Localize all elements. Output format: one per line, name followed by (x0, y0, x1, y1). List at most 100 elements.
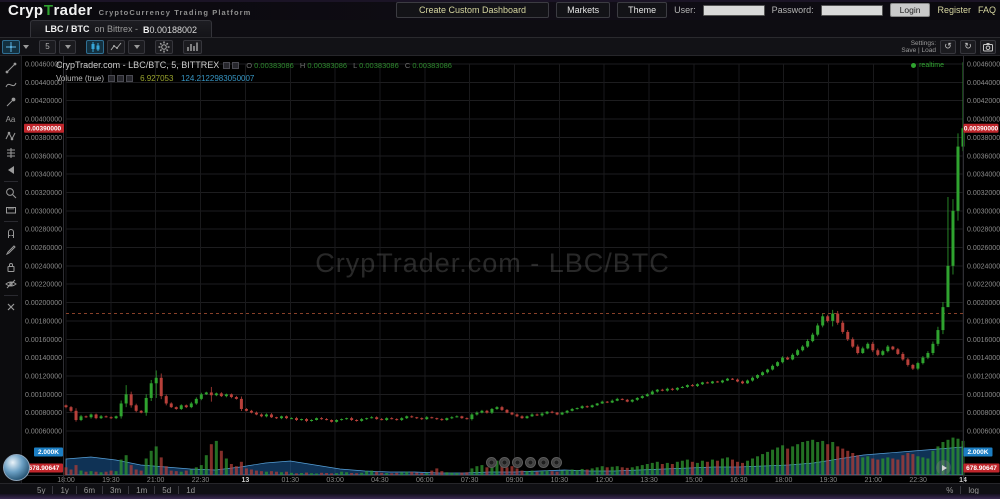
svg-text:0.00390000: 0.00390000 (27, 125, 62, 132)
volume-close-icon[interactable] (126, 75, 133, 82)
svg-text:0.00420000: 0.00420000 (25, 98, 62, 105)
svg-text:22:30: 22:30 (192, 477, 210, 483)
forecast-tool[interactable] (2, 146, 19, 160)
crosshair-tool-button[interactable] (2, 40, 20, 54)
svg-text:0.00140000: 0.00140000 (25, 355, 62, 362)
curve-tool[interactable] (2, 78, 19, 92)
svg-text:13: 13 (242, 477, 250, 483)
volume-hide-icon[interactable] (117, 75, 124, 82)
password-input[interactable] (821, 5, 883, 16)
legend-close-icon[interactable] (232, 62, 239, 69)
candlestick-style-button[interactable] (86, 40, 104, 54)
svg-text:0.00400000: 0.00400000 (25, 117, 62, 124)
drawing-tools-sidebar: Aa (0, 56, 22, 483)
svg-text:0.00320000: 0.00320000 (25, 190, 62, 197)
svg-text:0.00180000: 0.00180000 (967, 318, 1000, 325)
svg-text:0.00380000: 0.00380000 (967, 135, 1000, 142)
svg-text:09:00: 09:00 (506, 477, 524, 483)
svg-text:0.00380000: 0.00380000 (25, 135, 62, 142)
svg-text:0.00200000: 0.00200000 (967, 300, 1000, 307)
svg-text:678.90647: 678.90647 (29, 465, 60, 472)
snapshot-button[interactable] (980, 40, 996, 54)
svg-text:0.00180000: 0.00180000 (25, 318, 62, 325)
svg-text:0.00220000: 0.00220000 (25, 282, 62, 289)
crosshair-icon (5, 41, 17, 53)
pagination-dots (486, 457, 562, 468)
back-arrow-tool[interactable] (2, 163, 19, 177)
redo-button[interactable]: ↻ (960, 40, 976, 54)
create-dashboard-button[interactable]: Create Custom Dashboard (396, 2, 549, 18)
login-button[interactable]: Login (890, 3, 931, 17)
remove-drawings-tool[interactable] (2, 300, 19, 314)
undo-button[interactable]: ↺ (940, 40, 956, 54)
zoom-tool[interactable] (2, 186, 19, 200)
close-value: 0.00383086 (412, 61, 452, 70)
interval-button[interactable]: 5 (39, 40, 56, 54)
markets-button[interactable]: Markets (556, 2, 610, 18)
svg-text:12:00: 12:00 (595, 477, 613, 483)
high-label: H (300, 61, 305, 70)
interval-value: 5 (45, 42, 49, 51)
interval-dropdown-button[interactable] (59, 40, 76, 54)
svg-text:0.00120000: 0.00120000 (25, 373, 62, 380)
realtime-label: realtime (919, 62, 944, 69)
register-link[interactable]: Register (937, 5, 971, 15)
chevron-down-icon (134, 45, 140, 49)
svg-text:0.00360000: 0.00360000 (25, 153, 62, 160)
logo-tagline: CryptoCurrency Trading Platform (99, 8, 252, 17)
low-value: 0.00383086 (359, 61, 399, 70)
svg-text:0.00240000: 0.00240000 (967, 263, 1000, 270)
undo-icon: ↺ (944, 41, 952, 52)
style-dropdown-button[interactable] (128, 40, 145, 54)
svg-text:15:00: 15:00 (685, 477, 703, 483)
legend-settings-icon[interactable] (223, 62, 230, 69)
dot-icon (525, 457, 536, 468)
top-header: CrypTrader CryptoCurrency Trading Platfo… (0, 0, 1000, 20)
tab-price: 0.00188002 (150, 25, 198, 35)
tab-strip: LBC / BTC on Bittrex - B0.00188002 (0, 20, 1000, 38)
svg-text:16:30: 16:30 (730, 477, 748, 483)
svg-text:0.00300000: 0.00300000 (967, 208, 1000, 215)
chart-settings-button[interactable] (155, 40, 173, 54)
logo-text-1: Cryp (8, 2, 43, 19)
svg-text:678.90647: 678.90647 (966, 465, 997, 472)
svg-text:13:30: 13:30 (640, 477, 658, 483)
dot-icon (551, 457, 562, 468)
svg-text:0.00360000: 0.00360000 (967, 153, 1000, 160)
low-label: L (353, 61, 357, 70)
lock-tool[interactable] (2, 260, 19, 274)
chevron-down-icon[interactable] (23, 45, 29, 49)
svg-text:0.00440000: 0.00440000 (967, 80, 1000, 87)
volume-value: 6.927053 (140, 74, 173, 83)
faq-link[interactable]: FAQ (978, 5, 996, 15)
dot-icon (538, 457, 549, 468)
cryptrader-logo[interactable]: CrypTrader CryptoCurrency Trading Platfo… (8, 2, 251, 19)
chat-widget-avatar[interactable] (3, 454, 30, 481)
play-icon[interactable] (936, 460, 951, 475)
pattern-tool[interactable] (2, 129, 19, 143)
theme-button[interactable]: Theme (617, 2, 667, 18)
measure-tool[interactable] (2, 203, 19, 217)
settings-label: Settings: (901, 40, 936, 47)
user-input[interactable] (703, 5, 765, 16)
magnet-tool[interactable] (2, 226, 19, 240)
draw-mode-tool[interactable] (2, 243, 19, 257)
indicators-button[interactable] (183, 40, 202, 54)
settings-save-load-links[interactable]: Save | Load (901, 47, 936, 54)
line-style-button[interactable] (107, 40, 125, 54)
text-tool[interactable]: Aa (2, 112, 19, 126)
chart-region: Aa 0.004600000.004600000.004400000.00440… (0, 56, 1000, 483)
svg-text:21:00: 21:00 (147, 477, 165, 483)
logo-text-2: rader (54, 2, 93, 19)
chart-legend: CrypTrader.com - LBC/BTC, 5, BITTREX O 0… (56, 59, 452, 85)
svg-text:0.00120000: 0.00120000 (967, 373, 1000, 380)
brush-tool[interactable] (2, 95, 19, 109)
tab-lbc-btc[interactable]: LBC / BTC on Bittrex - B0.00188002 (30, 20, 212, 37)
hide-drawings-tool[interactable] (2, 277, 19, 291)
svg-text:0.00060000: 0.00060000 (967, 429, 1000, 436)
svg-text:0.00100000: 0.00100000 (25, 392, 62, 399)
open-value: 0.00383086 (254, 61, 294, 70)
chart-toolbar: 5 Settings: Save | Load ↺ ↻ (0, 38, 1000, 56)
trend-line-tool[interactable] (2, 61, 19, 75)
volume-settings-icon[interactable] (108, 75, 115, 82)
